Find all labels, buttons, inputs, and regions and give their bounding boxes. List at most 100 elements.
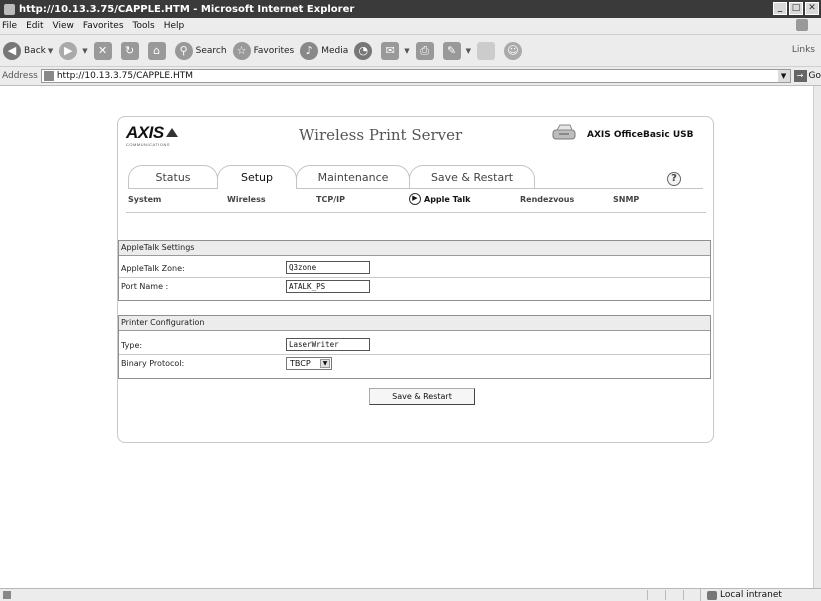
media-button[interactable]: ♪ Media — [300, 41, 348, 60]
chevron-down-icon: ▼ — [404, 46, 410, 55]
chevron-down-icon: ▼ — [465, 46, 472, 55]
chevron-down-icon[interactable]: ▼ — [777, 70, 790, 82]
windows-flag-icon — [796, 19, 808, 31]
maximize-button[interactable]: □ — [789, 2, 803, 15]
refresh-icon: ↻ — [120, 41, 139, 60]
history-icon: ◔ — [354, 41, 373, 60]
current-arrow-icon: ▶ — [409, 193, 421, 205]
vertical-scrollbar[interactable] — [813, 86, 821, 588]
messenger-icon: ☺ — [504, 41, 523, 60]
status-cells — [647, 590, 701, 600]
address-input[interactable]: http://10.13.3.75/CAPPLE.HTM ▼ — [40, 69, 791, 83]
subnav-rendezvous[interactable]: Rendezvous — [520, 195, 574, 204]
window-title: http://10.13.3.75/CAPPLE.HTM - Microsoft… — [19, 3, 355, 15]
menu-tools[interactable]: Tools — [133, 21, 155, 31]
page-status-icon — [3, 591, 11, 599]
appletalk-settings-section: AppleTalk Settings AppleTalk Zone: Q3zon… — [118, 240, 711, 301]
address-url: http://10.13.3.75/CAPPLE.HTM — [56, 71, 193, 81]
page-viewport: AXIS COMMUNICATIONS Wireless Print Serve… — [0, 86, 813, 588]
menu-edit[interactable]: Edit — [26, 21, 43, 31]
stop-button[interactable]: ✕ — [93, 41, 115, 60]
menu-file[interactable]: File — [2, 21, 17, 31]
axis-logo: AXIS COMMUNICATIONS — [126, 123, 178, 147]
help-icon[interactable]: ? — [667, 172, 681, 186]
tab-save-restart[interactable]: Save & Restart — [409, 165, 535, 189]
home-icon: ⌂ — [147, 41, 166, 60]
media-icon: ♪ — [300, 41, 319, 60]
toolbar: ◀ Back ▼ ▶ ▼ ✕ ↻ ⌂ ⚲ Search ☆ Favorites … — [0, 35, 821, 67]
forward-arrow-icon: ▶ — [59, 41, 78, 60]
window-titlebar: http://10.13.3.75/CAPPLE.HTM - Microsoft… — [0, 0, 821, 18]
axis-panel: AXIS COMMUNICATIONS Wireless Print Serve… — [117, 116, 714, 443]
port-name-label: Port Name : — [121, 282, 169, 291]
chevron-down-icon: ▼ — [47, 46, 54, 55]
chevron-down-icon: ▼ — [82, 46, 88, 55]
page-title: Wireless Print Server — [299, 126, 463, 144]
status-bar: Local intranet — [0, 588, 821, 601]
search-icon: ⚲ — [174, 41, 193, 60]
section-heading: AppleTalk Settings — [119, 241, 710, 256]
save-restart-button[interactable]: Save & Restart — [369, 388, 475, 405]
address-bar: Address http://10.13.3.75/CAPPLE.HTM ▼ →… — [0, 67, 821, 86]
setup-subnav: System Wireless TCP/IP ▶ Apple Talk Rend… — [126, 193, 706, 209]
page-icon — [43, 71, 54, 81]
section-heading: Printer Configuration — [119, 316, 710, 331]
subnav-tcpip[interactable]: TCP/IP — [316, 195, 345, 204]
axis-logo-icon — [165, 128, 178, 137]
port-name-input[interactable]: ATALK_PS — [286, 280, 370, 293]
printer-configuration-section: Printer Configuration Type: LaserWriter … — [118, 315, 711, 379]
edit-button[interactable]: ✎ ▼ — [442, 41, 472, 60]
go-arrow-icon: → — [793, 70, 807, 82]
subnav-system[interactable]: System — [128, 195, 161, 204]
product-name: AXIS OfficeBasic USB — [587, 130, 694, 140]
printer-icon: ⎙ — [415, 41, 434, 60]
security-zone: Local intranet — [700, 589, 782, 601]
menu-view[interactable]: View — [53, 21, 74, 31]
links-label[interactable]: Links — [792, 45, 815, 55]
intranet-icon — [707, 590, 717, 600]
tab-setup[interactable]: Setup — [217, 165, 297, 189]
type-input[interactable]: LaserWriter — [286, 338, 370, 351]
tab-maintenance[interactable]: Maintenance — [296, 165, 410, 189]
forward-button[interactable]: ▶ ▼ — [59, 41, 88, 60]
tab-divider — [128, 188, 703, 189]
row-divider — [119, 277, 710, 278]
subnav-divider — [126, 212, 706, 213]
minimize-button[interactable]: _ — [773, 2, 787, 15]
row-divider — [119, 354, 710, 355]
back-button[interactable]: ◀ Back ▼ — [3, 41, 54, 60]
home-button[interactable]: ⌂ — [147, 41, 169, 60]
star-icon: ☆ — [232, 41, 251, 60]
messenger-button[interactable]: ☺ — [504, 41, 525, 60]
subnav-appletalk[interactable]: Apple Talk — [424, 195, 470, 204]
ie-icon — [4, 3, 15, 15]
appletalk-zone-input[interactable]: Q3zone — [286, 261, 370, 274]
stop-icon: ✕ — [93, 41, 112, 60]
type-label: Type: — [121, 341, 143, 350]
binary-protocol-label: Binary Protocol: — [121, 359, 185, 368]
appletalk-zone-label: AppleTalk Zone: — [121, 264, 185, 273]
binary-protocol-value: TBCP — [290, 359, 311, 368]
edit-icon: ✎ — [442, 41, 461, 60]
menu-bar: File Edit View Favorites Tools Help — [0, 18, 821, 35]
address-label: Address — [2, 71, 38, 81]
discuss-button[interactable] — [477, 41, 498, 60]
close-button[interactable]: ✕ — [805, 2, 819, 15]
chevron-down-icon: ▼ — [320, 359, 330, 368]
history-button[interactable]: ◔ — [354, 41, 375, 60]
menu-help[interactable]: Help — [164, 21, 185, 31]
search-button[interactable]: ⚲ Search — [174, 41, 227, 60]
favorites-button[interactable]: ☆ Favorites — [232, 41, 294, 60]
mail-button[interactable]: ✉ ▼ — [381, 41, 410, 60]
discuss-icon — [477, 41, 496, 60]
menu-favorites[interactable]: Favorites — [83, 21, 124, 31]
main-tabs: Status Setup Maintenance Save & Restart — [128, 165, 703, 189]
go-button[interactable]: → Go — [793, 70, 821, 82]
binary-protocol-select[interactable]: TBCP ▼ — [286, 357, 332, 370]
refresh-button[interactable]: ↻ — [120, 41, 142, 60]
subnav-wireless[interactable]: Wireless — [227, 195, 266, 204]
subnav-snmp[interactable]: SNMP — [613, 195, 639, 204]
mail-icon: ✉ — [381, 41, 400, 60]
print-button[interactable]: ⎙ — [415, 41, 437, 60]
tab-status[interactable]: Status — [128, 165, 218, 189]
